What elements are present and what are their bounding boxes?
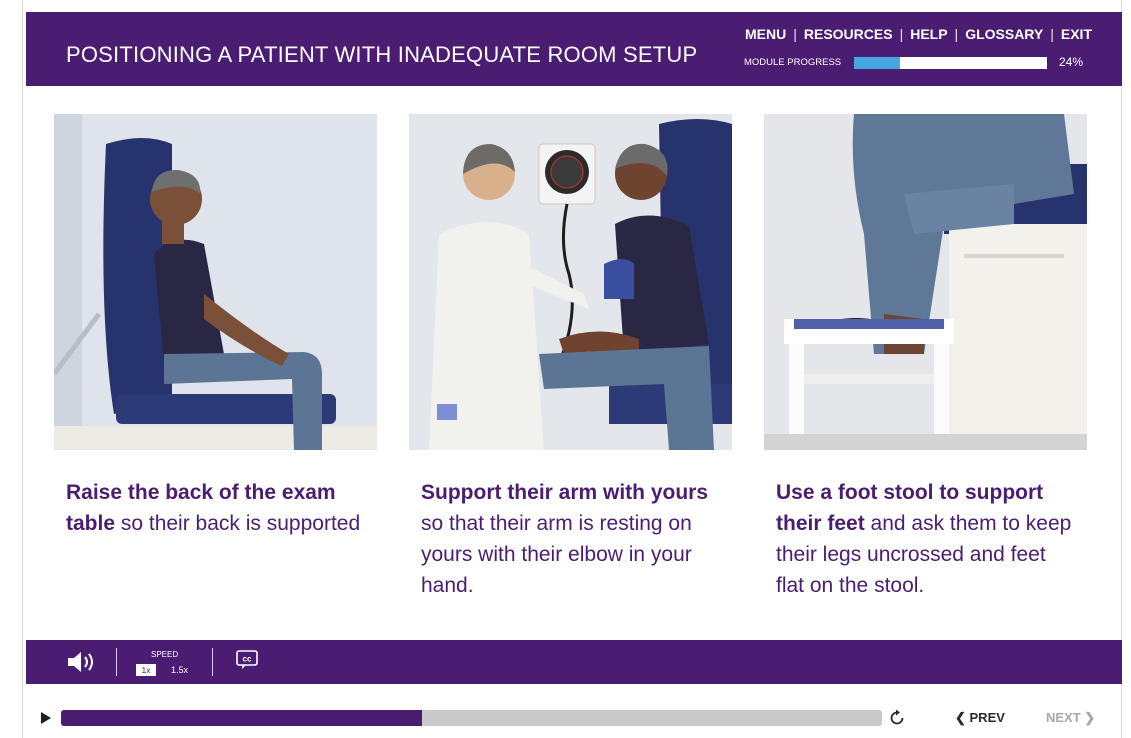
next-label: NEXT — [1046, 710, 1081, 725]
caption-emphasis: Support their arm with yours — [421, 481, 709, 504]
nav-separator: | — [1050, 26, 1054, 42]
media-control-bar: SPEED 1x 1.5x cc — [26, 640, 1122, 684]
top-nav: MENU | RESOURCES | HELP | GLOSSARY | EXI… — [745, 26, 1092, 42]
playback-progress-fill — [61, 710, 423, 726]
speed-1.5x-button[interactable]: 1.5x — [171, 664, 188, 676]
playback-scrubber[interactable] — [61, 710, 882, 726]
speed-1x-button[interactable]: 1x — [136, 664, 156, 676]
help-link[interactable]: HELP — [910, 26, 947, 42]
speed-label: SPEED — [151, 650, 179, 659]
header-bar: POSITIONING A PATIENT WITH INADEQUATE RO… — [26, 12, 1122, 86]
prev-button[interactable]: ❮ PREV — [955, 710, 1005, 726]
nav-separator: | — [899, 26, 904, 42]
next-button[interactable]: NEXT ❯ — [1046, 710, 1095, 726]
caption-support-arm: Support their arm with yours so that the… — [421, 477, 721, 601]
page-title: POSITIONING A PATIENT WITH INADEQUATE RO… — [66, 42, 698, 67]
caption-text: so that their arm is resting on yours wi… — [421, 512, 692, 597]
chevron-right-icon: ❯ — [1080, 710, 1096, 725]
caption-foot-stool: Use a foot stool to support their feet a… — [776, 477, 1076, 601]
play-icon[interactable] — [40, 711, 52, 730]
control-divider — [212, 648, 213, 676]
control-divider — [116, 648, 117, 676]
module-progress-label: MODULE PROGRESS — [744, 57, 842, 68]
nav-separator: | — [954, 26, 959, 42]
module-progress-bar — [854, 57, 1047, 69]
glossary-link[interactable]: GLOSSARY — [965, 26, 1043, 42]
photo-foot-stool — [764, 114, 1087, 450]
svg-text:cc: cc — [243, 655, 252, 664]
chevron-left-icon: ❮ — [955, 710, 970, 725]
closed-captions-icon[interactable]: cc — [236, 650, 258, 670]
photo-support-arm — [409, 114, 732, 450]
module-progress-fill — [854, 57, 901, 69]
speaker-icon[interactable] — [66, 650, 100, 679]
resources-link[interactable]: RESOURCES — [804, 26, 893, 42]
prev-label: PREV — [969, 710, 1005, 725]
module-progress-percent: 24% — [1059, 55, 1084, 69]
photo-raised-exam-table — [54, 114, 377, 450]
menu-link[interactable]: MENU — [745, 26, 786, 42]
exit-link[interactable]: EXIT — [1061, 26, 1092, 42]
nav-separator: | — [793, 26, 797, 42]
caption-text: so their back is supported — [115, 512, 361, 535]
replay-icon[interactable] — [888, 709, 906, 732]
caption-raise-exam-table: Raise the back of the exam table so thei… — [66, 477, 366, 539]
